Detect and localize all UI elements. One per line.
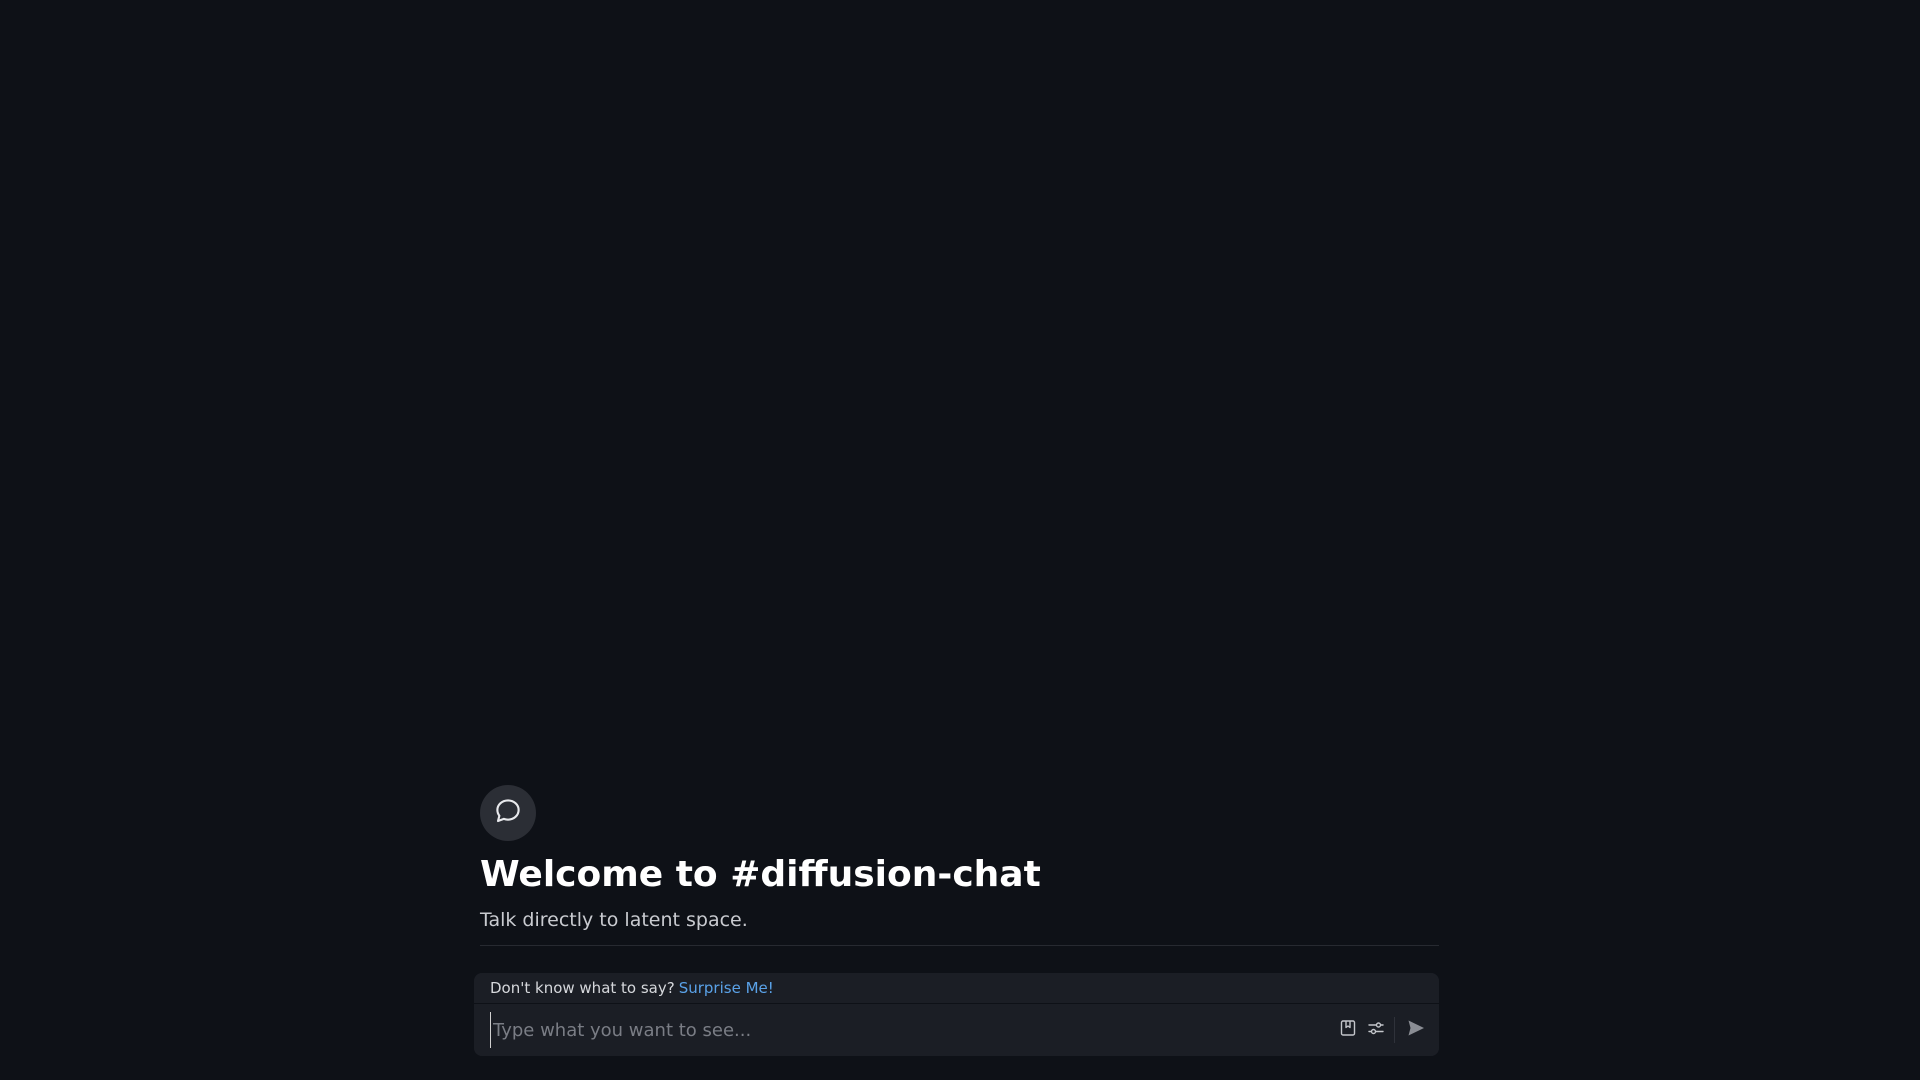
- sliders-icon: [1367, 1019, 1385, 1041]
- welcome-subtitle: Talk directly to latent space.: [480, 909, 748, 931]
- surprise-me-link[interactable]: Surprise Me!: [679, 979, 774, 997]
- send-button[interactable]: [1404, 1018, 1428, 1042]
- chat-bubble-icon: [493, 796, 523, 830]
- settings-sliders-button[interactable]: [1364, 1018, 1388, 1042]
- send-icon: [1406, 1018, 1426, 1042]
- app-page: Welcome to #diffusion-chat Talk directly…: [0, 0, 1920, 1080]
- composer-input-row: [474, 1004, 1439, 1056]
- channel-icon-circle: [480, 785, 536, 841]
- suggestion-bar: Don't know what to say? Surprise Me!: [474, 973, 1439, 1004]
- bookmark-icon: [1339, 1019, 1357, 1041]
- bookmark-button[interactable]: [1336, 1018, 1360, 1042]
- prompt-input[interactable]: [490, 1012, 1313, 1048]
- toolbar-separator: [1394, 1017, 1395, 1043]
- suggestion-prompt-text: Don't know what to say?: [490, 979, 675, 997]
- divider: [480, 945, 1439, 946]
- welcome-title: Welcome to #diffusion-chat: [480, 854, 1041, 895]
- message-composer: Don't know what to say? Surprise Me!: [474, 973, 1439, 1056]
